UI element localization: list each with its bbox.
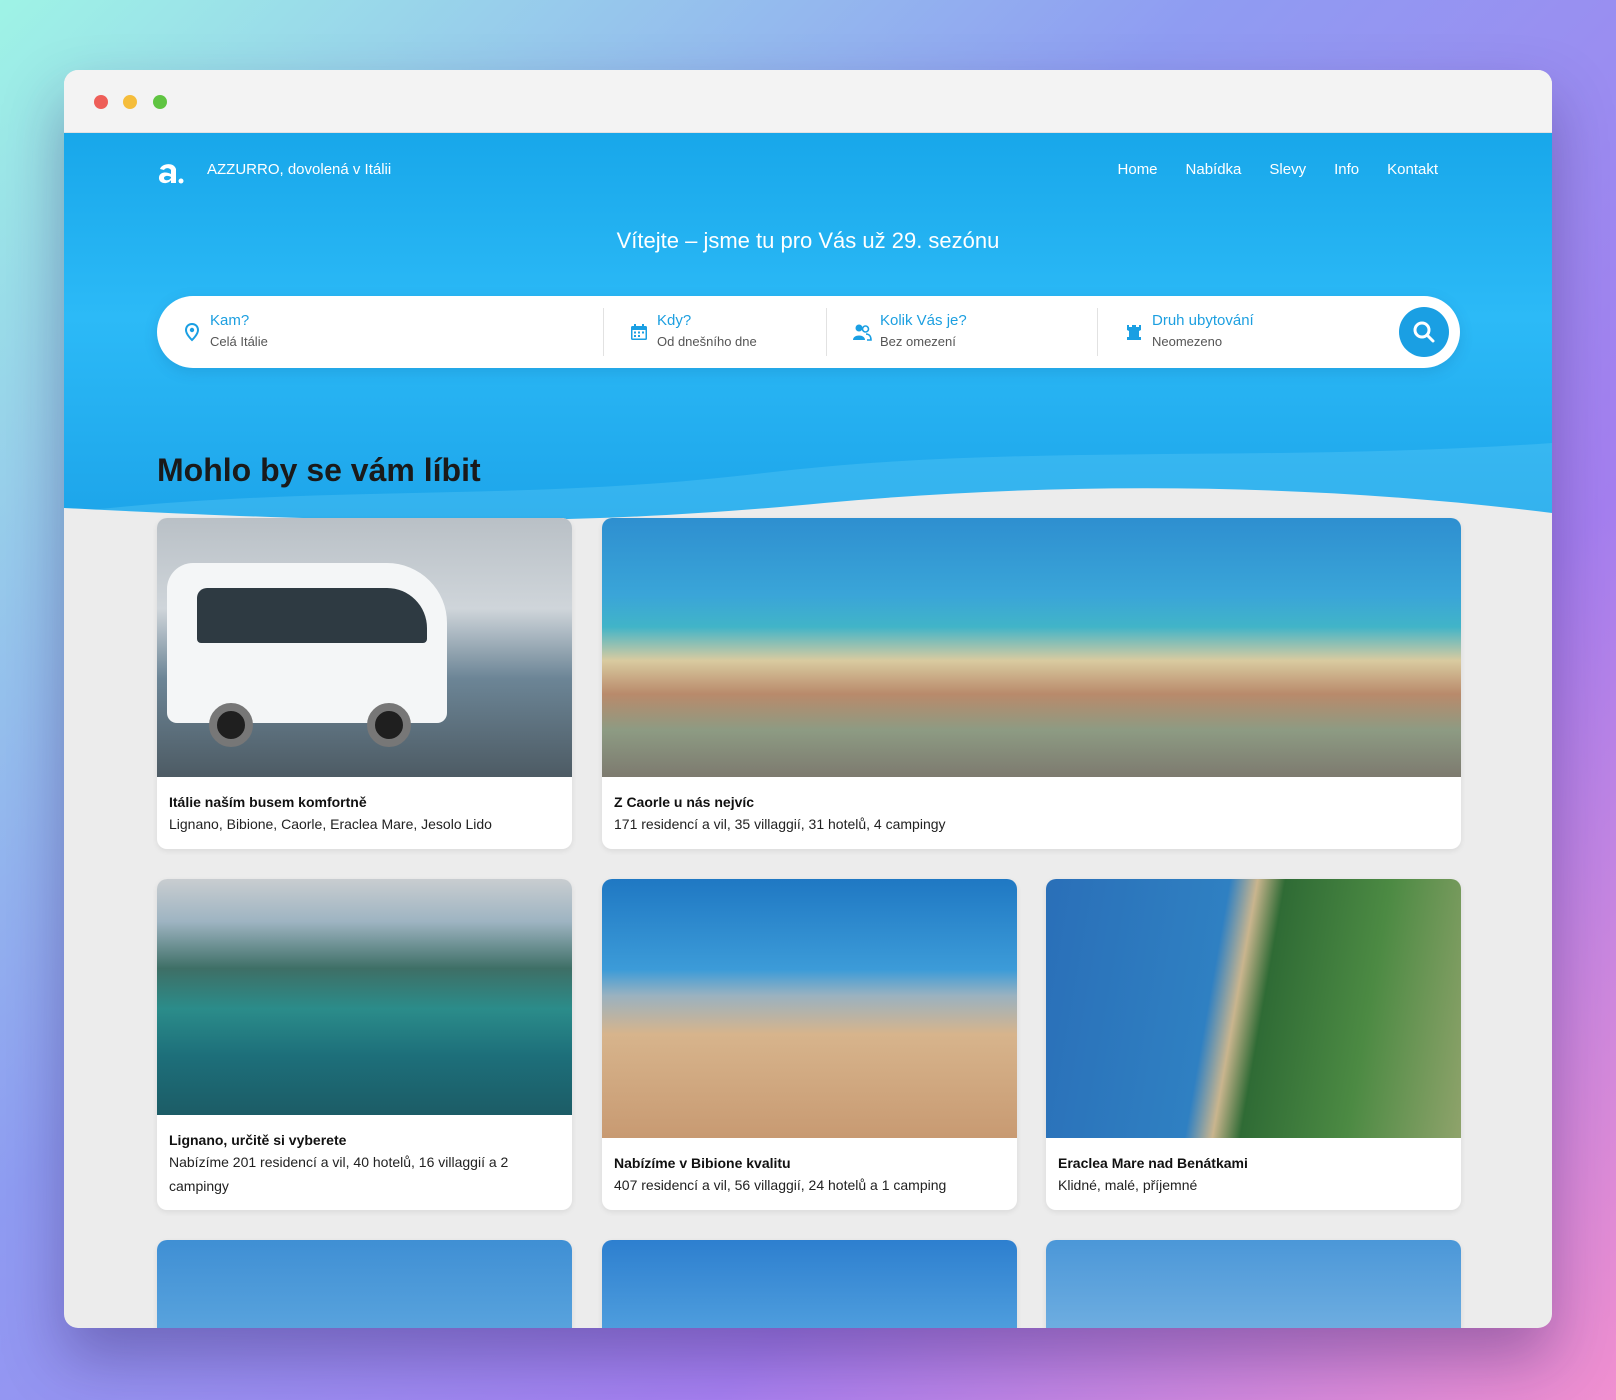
bus-wheel [367, 703, 411, 747]
search-where-value: Celá Itálie [210, 334, 268, 349]
search-people-value: Bez omezení [880, 334, 956, 349]
offer-image [157, 1240, 572, 1328]
search-where-label: Kam? [210, 312, 250, 329]
card-subtitle: Nabízíme 201 residencí a vil, 40 hotelů,… [169, 1154, 509, 1194]
bus-shape [167, 563, 447, 723]
search-when-field[interactable]: Kdy? Od dnešního dne [629, 296, 819, 368]
offer-card[interactable] [157, 1240, 572, 1328]
card-subtitle: 171 residencí a vil, 35 villaggií, 31 ho… [614, 816, 946, 832]
card-title: Itálie naším busem komfortně [169, 794, 367, 810]
brand-name[interactable]: AZZURRO, dovolená v Itálii [207, 161, 391, 178]
eraclea-image [1046, 879, 1461, 1138]
offer-card[interactable]: Z Caorle u nás nejvíc 171 residencí a vi… [602, 518, 1461, 849]
offer-image [1046, 1240, 1461, 1328]
offer-card[interactable]: Itálie naším busem komfortně Lignano, Bi… [157, 518, 572, 849]
search-when-label: Kdy? [657, 312, 692, 329]
location-pin-icon [184, 322, 200, 342]
search-button[interactable] [1399, 307, 1449, 357]
lignano-image [157, 879, 572, 1115]
bus-window-shape [197, 588, 427, 643]
search-divider [603, 308, 604, 356]
card-title: Eraclea Mare nad Benátkami [1058, 1155, 1248, 1171]
search-icon [1413, 321, 1435, 343]
nav-kontakt[interactable]: Kontakt [1387, 161, 1438, 178]
offer-card[interactable]: Nabízíme v Bibione kvalitu 407 residencí… [602, 879, 1017, 1210]
browser-window: AZZURRO, dovolená v Itálii Home Nabídka … [64, 70, 1552, 1328]
offer-card[interactable]: Eraclea Mare nad Benátkami Klidné, malé,… [1046, 879, 1461, 1210]
caorle-image [602, 518, 1461, 777]
calendar-icon [631, 324, 647, 340]
nav-slevy[interactable]: Slevy [1269, 161, 1306, 178]
search-type-label: Druh ubytování [1152, 312, 1254, 329]
people-icon [853, 324, 872, 341]
title-bar [64, 70, 1552, 133]
maximize-window-button[interactable] [153, 95, 167, 109]
card-subtitle: Lignano, Bibione, Caorle, Eraclea Mare, … [169, 816, 492, 832]
main-nav: Home Nabídka Slevy Info Kontakt [1118, 161, 1438, 178]
section-title: Mohlo by se vám líbit [157, 452, 481, 488]
card-title: Z Caorle u nás nejvíc [614, 794, 755, 810]
search-type-value: Neomezeno [1152, 334, 1223, 349]
bibione-image [602, 879, 1017, 1138]
card-title: Nabízíme v Bibione kvalitu [614, 1155, 791, 1171]
search-where-field[interactable]: Kam? Celá Itálie [182, 296, 582, 368]
search-bar: Kam? Celá Itálie Kdy? Od dnešního dne Ko… [157, 296, 1460, 368]
minimize-window-button[interactable] [123, 95, 137, 109]
card-title: Lignano, určitě si vyberete [169, 1132, 347, 1148]
bus-image [157, 518, 572, 777]
search-people-label: Kolik Vás je? [880, 312, 967, 329]
search-people-field[interactable]: Kolik Vás je? Bez omezení [852, 296, 1082, 368]
nav-home[interactable]: Home [1118, 161, 1158, 178]
card-subtitle: 407 residencí a vil, 56 villaggií, 24 ho… [614, 1177, 947, 1193]
welcome-text: Vítejte – jsme tu pro Vás už 29. sezónu [616, 228, 1000, 253]
offer-image [602, 1240, 1017, 1328]
nav-info[interactable]: Info [1334, 161, 1359, 178]
nav-nabidka[interactable]: Nabídka [1186, 161, 1242, 178]
search-divider [1097, 308, 1098, 356]
card-subtitle: Klidné, malé, příjemné [1058, 1177, 1198, 1193]
search-type-field[interactable]: Druh ubytování Neomezeno [1124, 296, 1374, 368]
bus-wheel [209, 703, 253, 747]
tower-icon [1127, 325, 1141, 340]
azzurro-logo-icon[interactable] [156, 159, 184, 187]
offer-card[interactable] [602, 1240, 1017, 1328]
offer-card[interactable]: Lignano, určitě si vyberete Nabízíme 201… [157, 879, 572, 1210]
offer-card[interactable] [1046, 1240, 1461, 1328]
search-when-value: Od dnešního dne [657, 334, 757, 349]
close-window-button[interactable] [94, 95, 108, 109]
search-divider [826, 308, 827, 356]
